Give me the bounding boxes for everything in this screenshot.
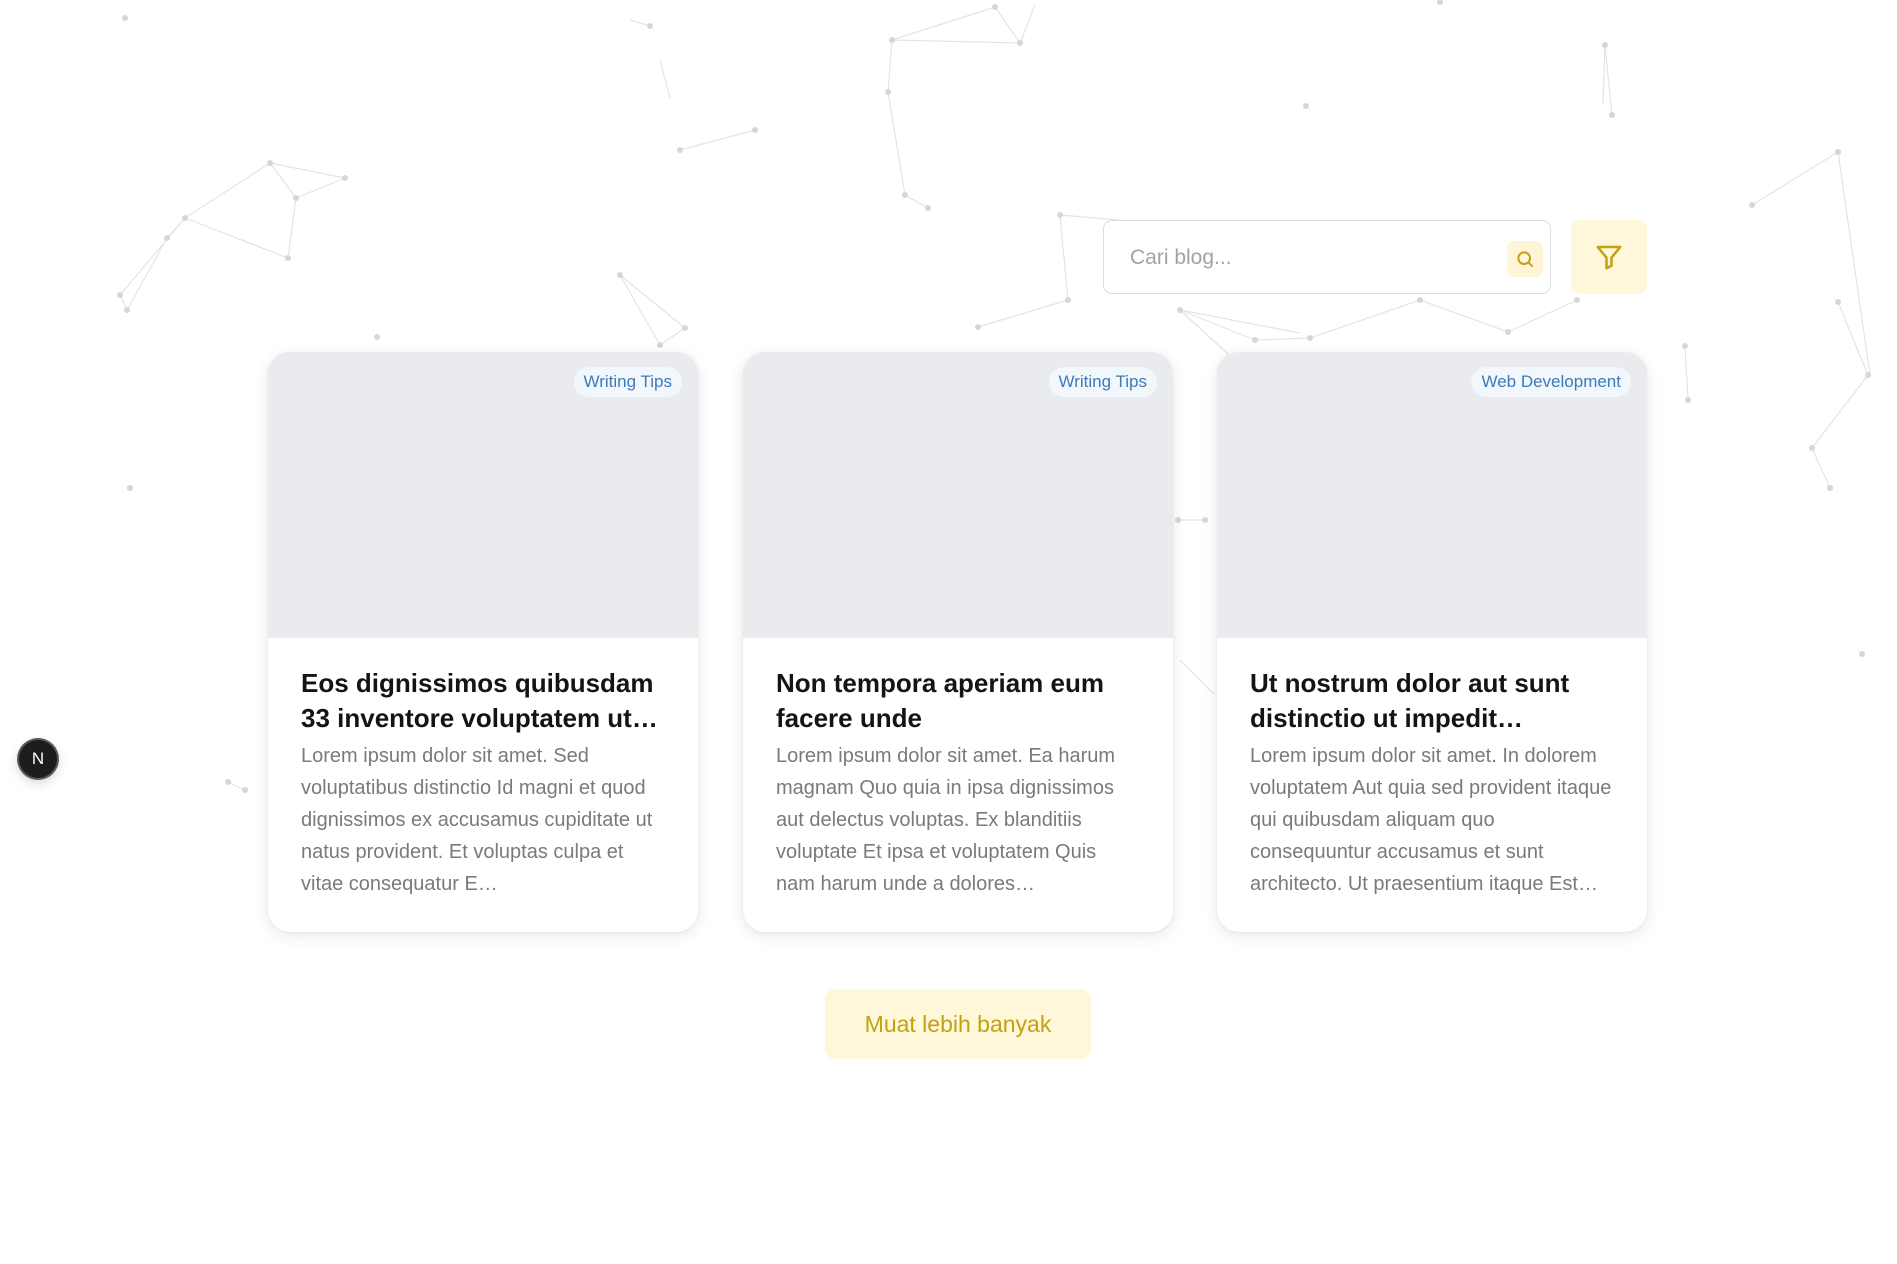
- search-button[interactable]: [1507, 241, 1543, 277]
- blog-card[interactable]: Writing Tips Non tempora aperiam eum fac…: [743, 352, 1173, 932]
- search-input[interactable]: [1104, 221, 1492, 295]
- card-title[interactable]: Eos dignissimos quibusdam 33 inventore v…: [301, 666, 665, 736]
- blog-page: Writing Tips Eos dignissimos quibusdam 3…: [0, 0, 1897, 1264]
- filter-icon: [1596, 245, 1622, 270]
- card-body: Eos dignissimos quibusdam 33 inventore v…: [301, 666, 665, 900]
- card-excerpt: Lorem ipsum dolor sit amet. In dolorem v…: [1250, 745, 1612, 895]
- floating-n-badge[interactable]: N: [19, 740, 57, 778]
- blog-card[interactable]: Web Development Ut nostrum dolor aut sun…: [1217, 352, 1647, 932]
- card-body: Non tempora aperiam eum facere unde Lore…: [776, 666, 1140, 900]
- category-tag[interactable]: Web Development: [1471, 367, 1631, 397]
- card-excerpt: Lorem ipsum dolor sit amet. Sed voluptat…: [301, 745, 653, 895]
- search-icon: [1517, 251, 1534, 268]
- card-title[interactable]: Ut nostrum dolor aut sunt distinctio ut …: [1250, 666, 1614, 736]
- load-more-button[interactable]: Muat lebih banyak: [825, 989, 1091, 1059]
- category-tag[interactable]: Writing Tips: [1048, 367, 1157, 397]
- card-title[interactable]: Non tempora aperiam eum facere unde: [776, 666, 1140, 736]
- category-tag[interactable]: Writing Tips: [573, 367, 682, 397]
- search-bar: [1103, 220, 1551, 295]
- blog-card[interactable]: Writing Tips Eos dignissimos quibusdam 3…: [268, 352, 698, 932]
- card-excerpt: Lorem ipsum dolor sit amet. Ea harum mag…: [776, 745, 1116, 895]
- card-body: Ut nostrum dolor aut sunt distinctio ut …: [1250, 666, 1614, 900]
- filter-button[interactable]: [1571, 220, 1647, 294]
